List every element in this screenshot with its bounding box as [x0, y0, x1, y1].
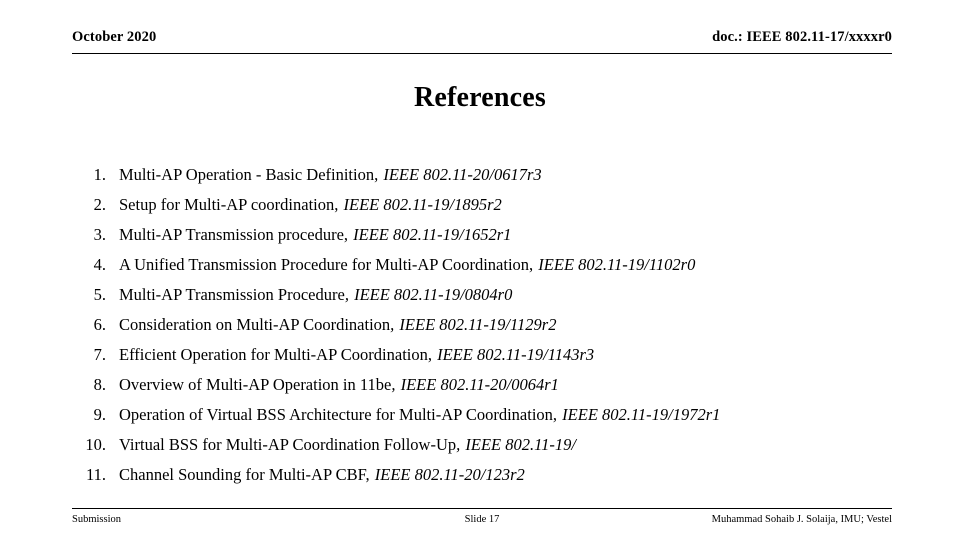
reference-body: Multi-AP Transmission Procedure, IEEE 80…	[119, 280, 902, 310]
reference-body: Multi-AP Operation - Basic Definition, I…	[119, 160, 902, 190]
reference-title: Channel Sounding for Multi-AP CBF	[119, 465, 366, 484]
reference-number: 5.	[93, 285, 106, 304]
reference-document-id: IEEE 802.11-19/1652r1	[353, 225, 512, 244]
page-title: References	[413, 82, 547, 113]
reference-separator: ,	[334, 195, 343, 214]
reference-separator: ,	[365, 465, 374, 484]
reference-item: 10. Virtual BSS for Multi-AP Coordination…	[72, 430, 902, 460]
reference-body: Overview of Multi-AP Operation in 11be, …	[119, 370, 902, 400]
reference-title: Consideration on Multi-AP Coordination	[119, 315, 391, 334]
reference-item: 9. Operation of Virtual BSS Architecture …	[72, 400, 902, 430]
reference-title: Efficient Operation for Multi-AP Coordin…	[119, 345, 428, 364]
reference-document-id: IEEE 802.11-19/1895r2	[343, 195, 502, 214]
reference-body: Efficient Operation for Multi-AP Coordin…	[119, 340, 902, 370]
reference-item: 7. Efficient Operation for Multi-AP Coord…	[72, 340, 902, 370]
reference-item: 11. Channel Sounding for Multi-AP CBF, IE…	[72, 460, 902, 490]
reference-number: 2.	[93, 195, 106, 214]
slide-header: October 2020 doc.: IEEE 802.11-17/xxxxr0	[72, 27, 892, 54]
reference-number: 10.	[85, 435, 106, 454]
reference-title: A Unified Transmission Procedure for Mul…	[119, 255, 530, 274]
reference-document-id: IEEE 802.11-19/1129r2	[399, 315, 557, 334]
reference-document-id: IEEE 802.11-20/0064r1	[400, 375, 559, 394]
reference-list: 1. Multi-AP Operation - Basic Definition,…	[72, 160, 902, 490]
reference-body: Consideration on Multi-AP Coordination, …	[119, 310, 902, 340]
reference-separator: ,	[391, 375, 400, 394]
reference-item: 8. Overview of Multi-AP Operation in 11be…	[72, 370, 902, 400]
reference-title: Virtual BSS for Multi-AP Coordination Fo…	[119, 435, 457, 454]
reference-title: Multi-AP Transmission procedure	[119, 225, 344, 244]
reference-body: Setup for Multi-AP coordination, IEEE 80…	[119, 190, 902, 220]
reference-document-id: IEEE 802.11-19/0804r0	[354, 285, 513, 304]
reference-number: 7.	[93, 345, 106, 364]
reference-number: 11.	[85, 465, 106, 484]
reference-item: 6. Consideration on Multi-AP Coordination…	[72, 310, 902, 340]
header-document-id: doc.: IEEE 802.11-17/xxxxr0	[712, 29, 892, 45]
reference-document-id: IEEE 802.11-19/1972r1	[562, 405, 721, 424]
reference-item: 3. Multi-AP Transmission procedure, IEEE …	[72, 220, 902, 250]
reference-item: 1. Multi-AP Operation - Basic Definition,…	[72, 160, 902, 190]
reference-title: Setup for Multi-AP coordination	[119, 195, 335, 214]
reference-document-id: IEEE 802.11-20/123r2	[374, 465, 525, 484]
reference-body: Virtual BSS for Multi-AP Coordination Fo…	[119, 430, 902, 460]
reference-title: Multi-AP Operation - Basic Definition	[119, 165, 375, 184]
reference-separator: ,	[344, 285, 354, 304]
reference-number: 4.	[93, 255, 106, 274]
reference-title: Multi-AP Transmission Procedure	[119, 285, 345, 304]
reference-body: Operation of Virtual BSS Architecture fo…	[119, 400, 902, 430]
footer-author: Muhammad Sohaib J. Solaija, IMU; Vestel	[711, 514, 892, 525]
reference-separator: ,	[343, 225, 353, 244]
reference-document-id: IEEE 802.11-19/	[465, 435, 576, 454]
reference-number: 1.	[93, 165, 106, 184]
header-date: October 2020	[72, 29, 157, 45]
reference-item: 5. Multi-AP Transmission Procedure, IEEE …	[72, 280, 902, 310]
reference-number: 8.	[93, 375, 106, 394]
reference-number: 3.	[93, 225, 106, 244]
slide-footer: Submission Slide 17 Muhammad Sohaib J. S…	[72, 508, 892, 530]
reference-number: 9.	[93, 405, 106, 424]
reference-title: Overview of Multi-AP Operation in 11be	[119, 375, 392, 394]
reference-body: Multi-AP Transmission procedure, IEEE 80…	[119, 220, 902, 250]
reference-document-id: IEEE 802.11-20/0617r3	[383, 165, 542, 184]
reference-item: 2. Setup for Multi-AP coordination, IEEE …	[72, 190, 902, 220]
reference-document-id: IEEE 802.11-19/1143r3	[437, 345, 595, 364]
slide-canvas: October 2020 doc.: IEEE 802.11-17/xxxxr0…	[0, 0, 960, 540]
reference-body: Channel Sounding for Multi-AP CBF, IEEE …	[119, 460, 902, 490]
reference-separator: ,	[427, 345, 437, 364]
reference-title: Operation of Virtual BSS Architecture fo…	[119, 405, 553, 424]
reference-separator: ,	[552, 405, 562, 424]
reference-document-id: IEEE 802.11-19/1102r0	[538, 255, 696, 274]
reference-number: 6.	[93, 315, 106, 334]
reference-body: A Unified Transmission Procedure for Mul…	[119, 250, 902, 280]
reference-item: 4. A Unified Transmission Procedure for M…	[72, 250, 902, 280]
